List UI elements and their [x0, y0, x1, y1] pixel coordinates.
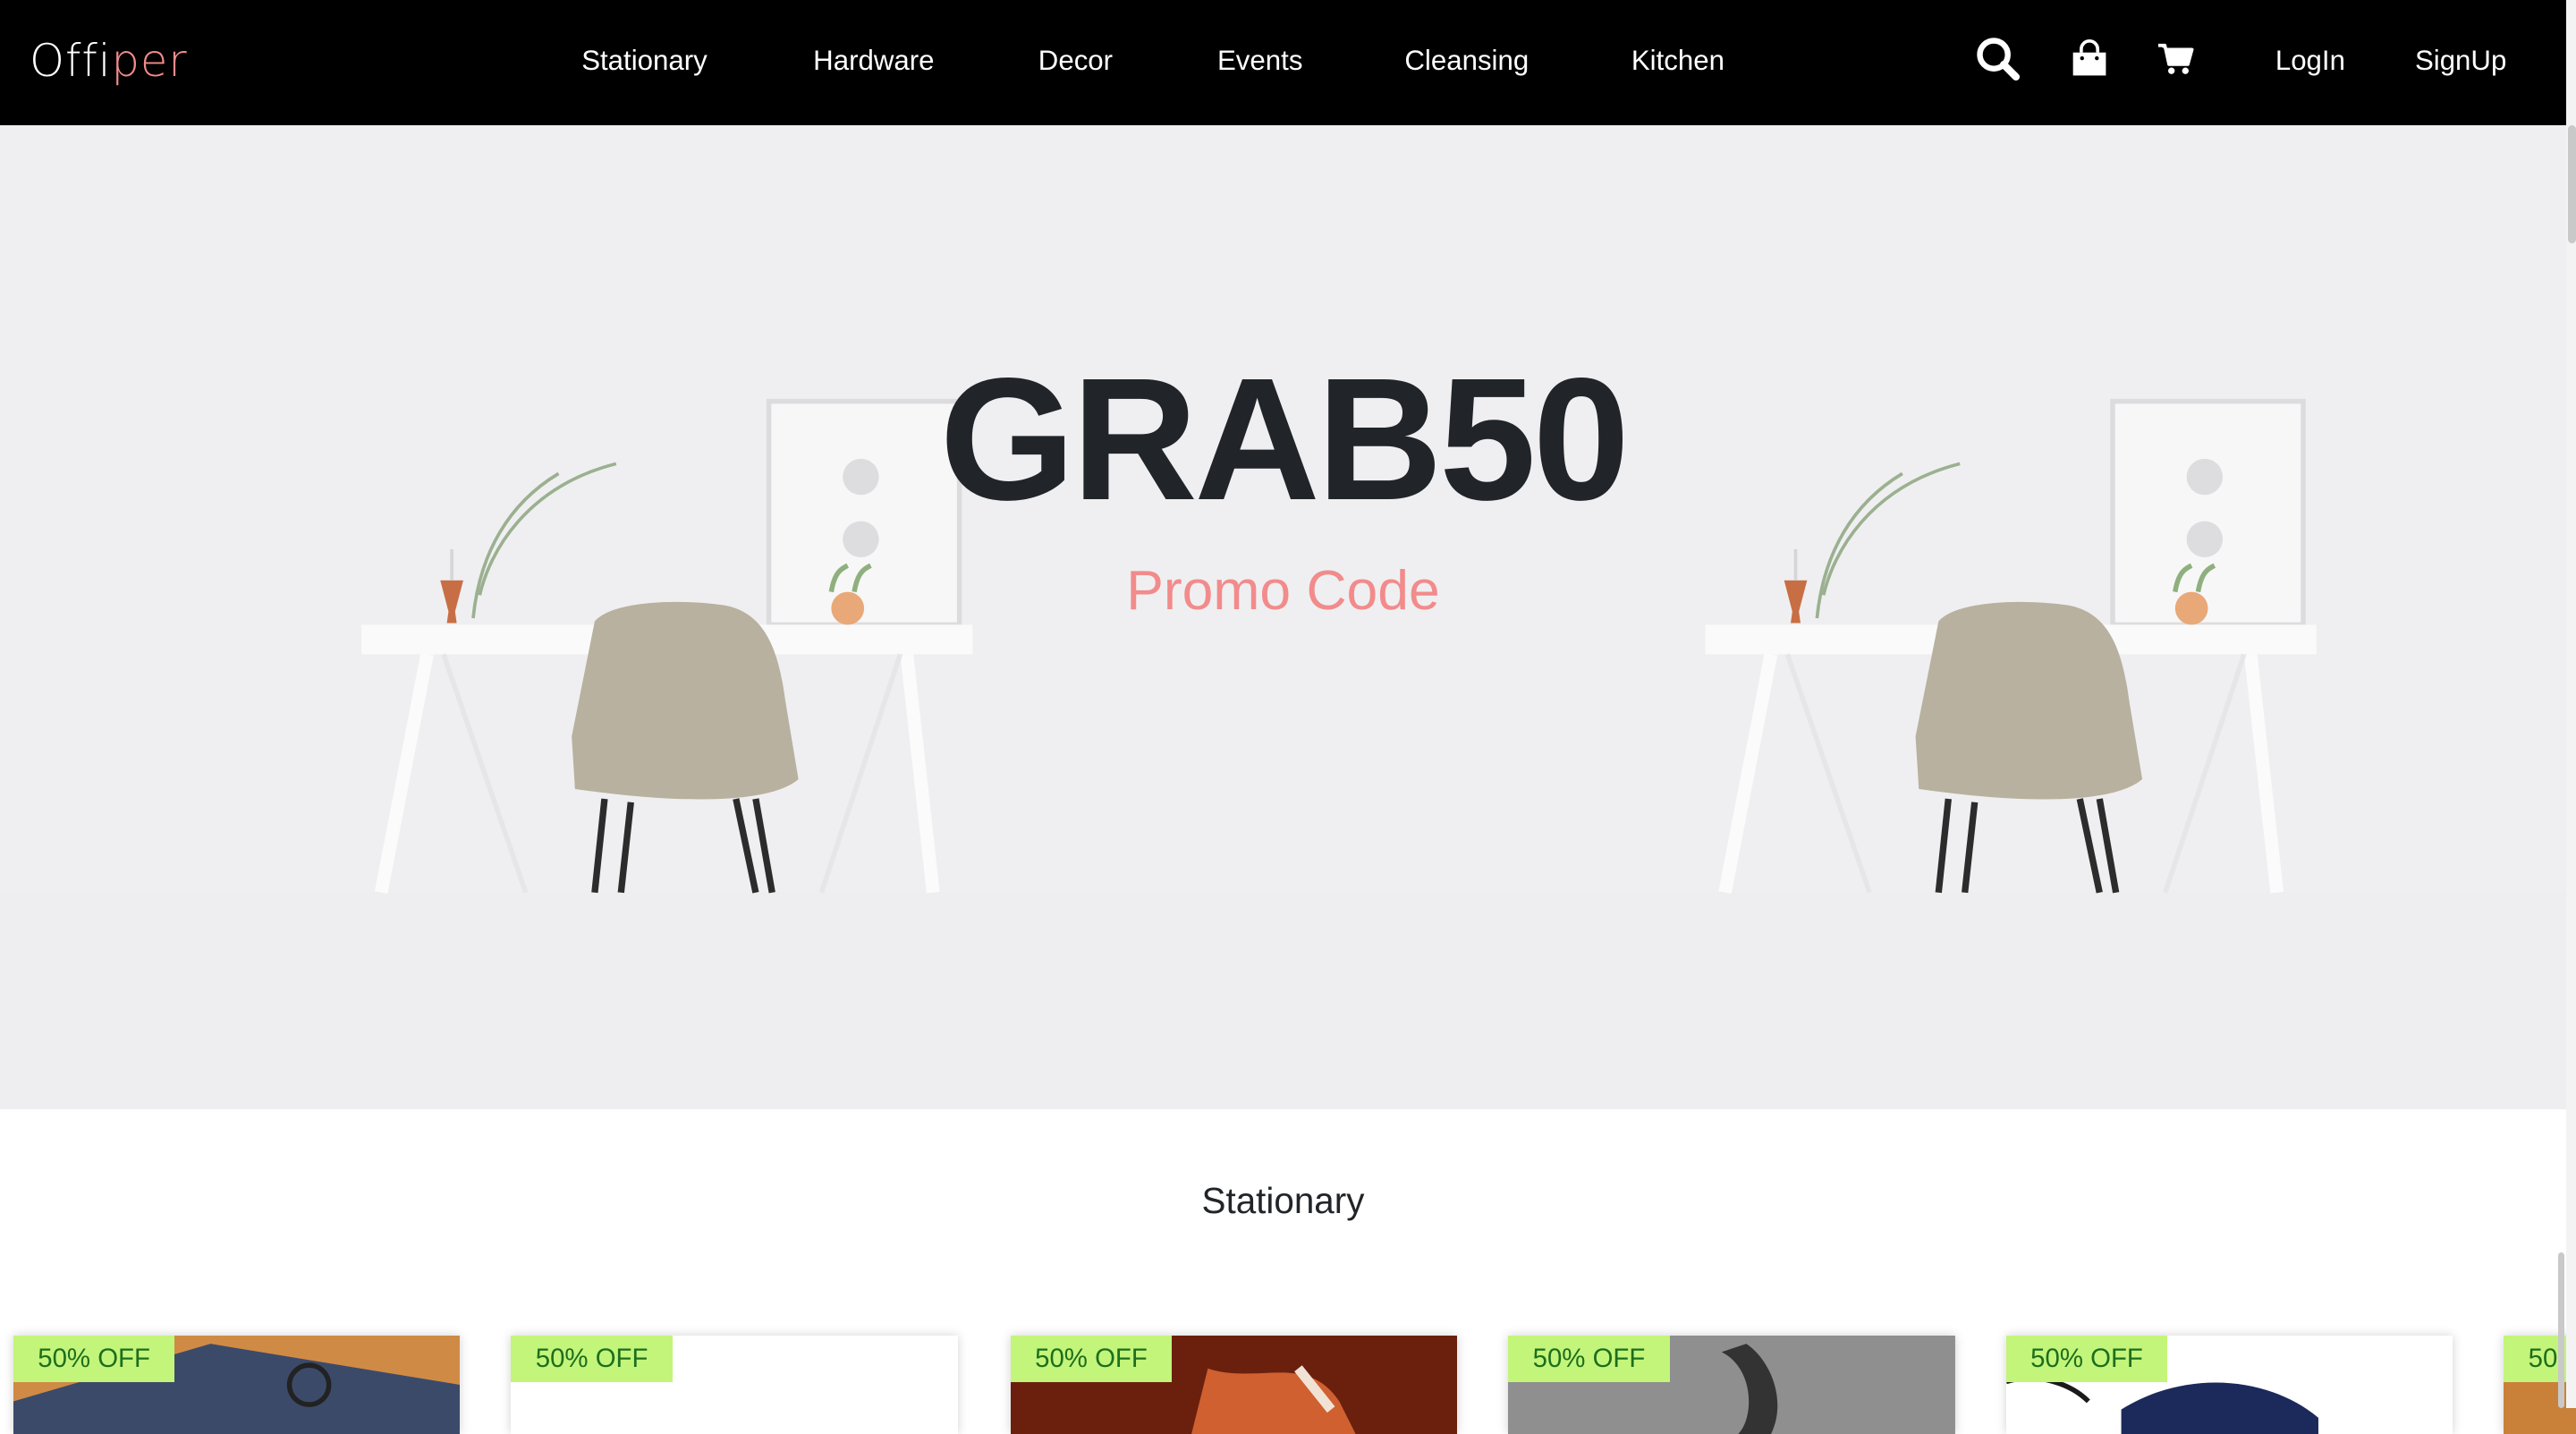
- nav-link-decor[interactable]: Decor: [1038, 43, 1113, 79]
- discount-badge: 50% OFF: [13, 1336, 175, 1382]
- discount-badge: 50% OFF: [1010, 1336, 1173, 1382]
- login-link[interactable]: LogIn: [2275, 43, 2345, 79]
- discount-badge: 50% OFF: [2005, 1336, 2168, 1382]
- nav-link-stationary[interactable]: Stationary: [581, 43, 708, 79]
- carousel-scrollbar-thumb[interactable]: [2557, 1252, 2565, 1409]
- promo-code: GRAB50: [939, 342, 1630, 537]
- promo-subtitle: Promo Code: [1126, 559, 1440, 623]
- nav-link-events[interactable]: Events: [1217, 43, 1302, 79]
- cart-icon[interactable]: [2158, 43, 2194, 83]
- discount-badge: 50% OFF: [1508, 1336, 1670, 1382]
- discount-badge: 50% OFF: [511, 1336, 673, 1382]
- page-scrollbar-thumb[interactable]: [2567, 124, 2576, 243]
- navbar: Offiper Stationary Hardware Decor Events…: [0, 0, 2566, 125]
- promo-banner: GRAB50 Promo Code: [0, 124, 2566, 1109]
- nav-link-hardware[interactable]: Hardware: [813, 43, 934, 79]
- section-title: Stationary: [1201, 1179, 1365, 1221]
- search-icon[interactable]: [1975, 36, 2021, 89]
- nav-link-cleansing[interactable]: Cleansing: [1404, 43, 1529, 79]
- brand-logo[interactable]: Offiper: [30, 31, 188, 90]
- nav-link-kitchen[interactable]: Kitchen: [1631, 43, 1724, 79]
- brand-part-2: per: [111, 34, 188, 87]
- signup-link[interactable]: SignUp: [2415, 43, 2506, 79]
- shopping-bag-icon[interactable]: [2070, 39, 2109, 86]
- discount-badge: 50: [2504, 1336, 2576, 1382]
- brand-part-1: Offi: [30, 34, 112, 87]
